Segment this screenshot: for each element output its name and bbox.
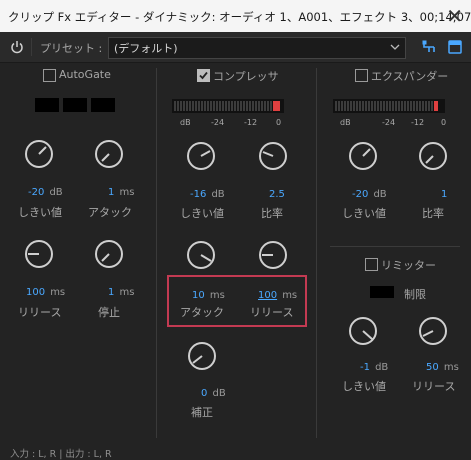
meter-tick-12: -12	[244, 118, 258, 127]
limit-label: 制限	[404, 288, 426, 301]
expander-label: エクスパンダー	[371, 70, 449, 83]
comp-threshold-readout[interactable]: -16 dB	[190, 182, 225, 201]
routing-icon[interactable]	[422, 40, 436, 54]
limiter-threshold-readout[interactable]: -1 dB	[360, 355, 388, 374]
compressor-meter	[172, 99, 284, 113]
gate-indicator-release	[91, 98, 115, 112]
limiter-divider	[330, 246, 460, 247]
unit: dB	[212, 388, 226, 399]
exp-threshold-label: しきい値	[342, 207, 386, 220]
comp-makeup-readout[interactable]: 0 dB	[201, 381, 226, 400]
gate-threshold-label: しきい値	[18, 206, 62, 219]
meter-tick-24: -24	[382, 118, 396, 127]
limiter-release-label: リリース	[412, 380, 456, 393]
value[interactable]: 100	[26, 287, 45, 298]
comp-ratio-readout[interactable]: 2.5	[269, 182, 285, 201]
gate-hold-label: 停止	[98, 306, 120, 319]
gate-threshold-knob[interactable]	[24, 139, 54, 169]
autogate-label: AutoGate	[59, 68, 111, 81]
comp-attack-knob[interactable]	[186, 240, 216, 270]
close-icon[interactable]: ✕	[446, 4, 463, 28]
unit: dB	[49, 187, 63, 198]
gate-release-knob[interactable]	[24, 239, 54, 269]
value[interactable]: -16	[190, 189, 206, 200]
value[interactable]: 1	[108, 187, 114, 198]
toolbar-divider	[31, 38, 32, 56]
comp-threshold-knob[interactable]	[186, 141, 216, 171]
compressor-label: コンプレッサ	[213, 70, 279, 83]
limiter-threshold-label: しきい値	[342, 380, 386, 393]
value[interactable]: 1	[441, 189, 447, 200]
exp-ratio-label: 比率	[422, 207, 444, 220]
preset-label: プリセット :	[40, 42, 103, 55]
expander-checkbox[interactable]	[355, 69, 368, 82]
meter-tick-12: -12	[411, 118, 425, 127]
limiter-label: リミッター	[381, 259, 436, 272]
preset-value: (デフォルト)	[114, 42, 178, 55]
exp-ratio-knob[interactable]	[418, 141, 448, 171]
exp-threshold-knob[interactable]	[348, 141, 378, 171]
column-divider-1	[156, 68, 157, 438]
value[interactable]: -20	[352, 189, 368, 200]
meter-tick-0: 0	[276, 118, 282, 127]
comp-release-knob[interactable]	[258, 240, 288, 270]
checkmark-icon	[199, 71, 208, 80]
meter-tick-db: dB	[180, 118, 191, 127]
meter-tick-0: 0	[441, 118, 447, 127]
gate-threshold-readout[interactable]: -20 dB	[28, 180, 63, 199]
column-divider-2	[316, 68, 317, 438]
unit: ms	[50, 287, 66, 298]
gate-release-readout[interactable]: 100 ms	[26, 280, 65, 299]
unit: ms	[119, 287, 135, 298]
gate-attack-knob[interactable]	[94, 139, 124, 169]
gate-indicator-attack	[63, 98, 87, 112]
window-title: クリップ Fx エディター - ダイナミック: オーディオ 1、A001、エフェ…	[8, 10, 471, 24]
power-icon[interactable]	[10, 40, 24, 54]
compressor-checkbox[interactable]	[197, 69, 210, 82]
comp-makeup-label: 補正	[191, 406, 213, 419]
expander-meter-bars	[335, 101, 438, 111]
exp-ratio-readout[interactable]: 1	[441, 182, 447, 201]
gate-indicator-open	[35, 98, 59, 112]
unit: dB	[373, 189, 387, 200]
gate-release-label: リリース	[18, 306, 62, 319]
chevron-down-icon[interactable]	[390, 44, 400, 51]
gate-hold-knob[interactable]	[94, 239, 124, 269]
unit: ms	[443, 362, 459, 373]
value[interactable]: 0	[201, 388, 207, 399]
attack-release-highlight	[167, 275, 307, 327]
limiter-release-readout[interactable]: 50 ms	[426, 355, 459, 374]
gate-hold-readout[interactable]: 1 ms	[108, 280, 134, 299]
comp-threshold-label: しきい値	[180, 207, 224, 220]
autogate-checkbox[interactable]	[43, 69, 56, 82]
value[interactable]: -1	[360, 362, 370, 373]
limiter-threshold-knob[interactable]	[348, 316, 378, 346]
limit-indicator	[370, 286, 394, 298]
value[interactable]: 2.5	[269, 189, 285, 200]
value[interactable]: 50	[426, 362, 439, 373]
exp-threshold-readout[interactable]: -20 dB	[352, 182, 387, 201]
panel-icon[interactable]	[448, 40, 462, 54]
value[interactable]: -20	[28, 187, 44, 198]
unit: dB	[375, 362, 389, 373]
limiter-release-knob[interactable]	[418, 316, 448, 346]
comp-ratio-knob[interactable]	[258, 141, 288, 171]
comp-ratio-label: 比率	[261, 207, 283, 220]
gate-attack-label: アタック	[88, 206, 132, 219]
meter-tick-db: dB	[340, 118, 351, 127]
value[interactable]: 1	[108, 287, 114, 298]
comp-makeup-knob[interactable]	[187, 341, 217, 371]
compressor-meter-bars	[174, 101, 280, 111]
unit: ms	[119, 187, 135, 198]
meter-tick-24: -24	[211, 118, 225, 127]
limiter-checkbox[interactable]	[365, 258, 378, 271]
unit: dB	[211, 189, 225, 200]
expander-meter	[333, 99, 445, 113]
gate-attack-readout[interactable]: 1 ms	[108, 180, 134, 199]
io-status: 入力 : L, R | 出力 : L, R	[10, 449, 112, 460]
